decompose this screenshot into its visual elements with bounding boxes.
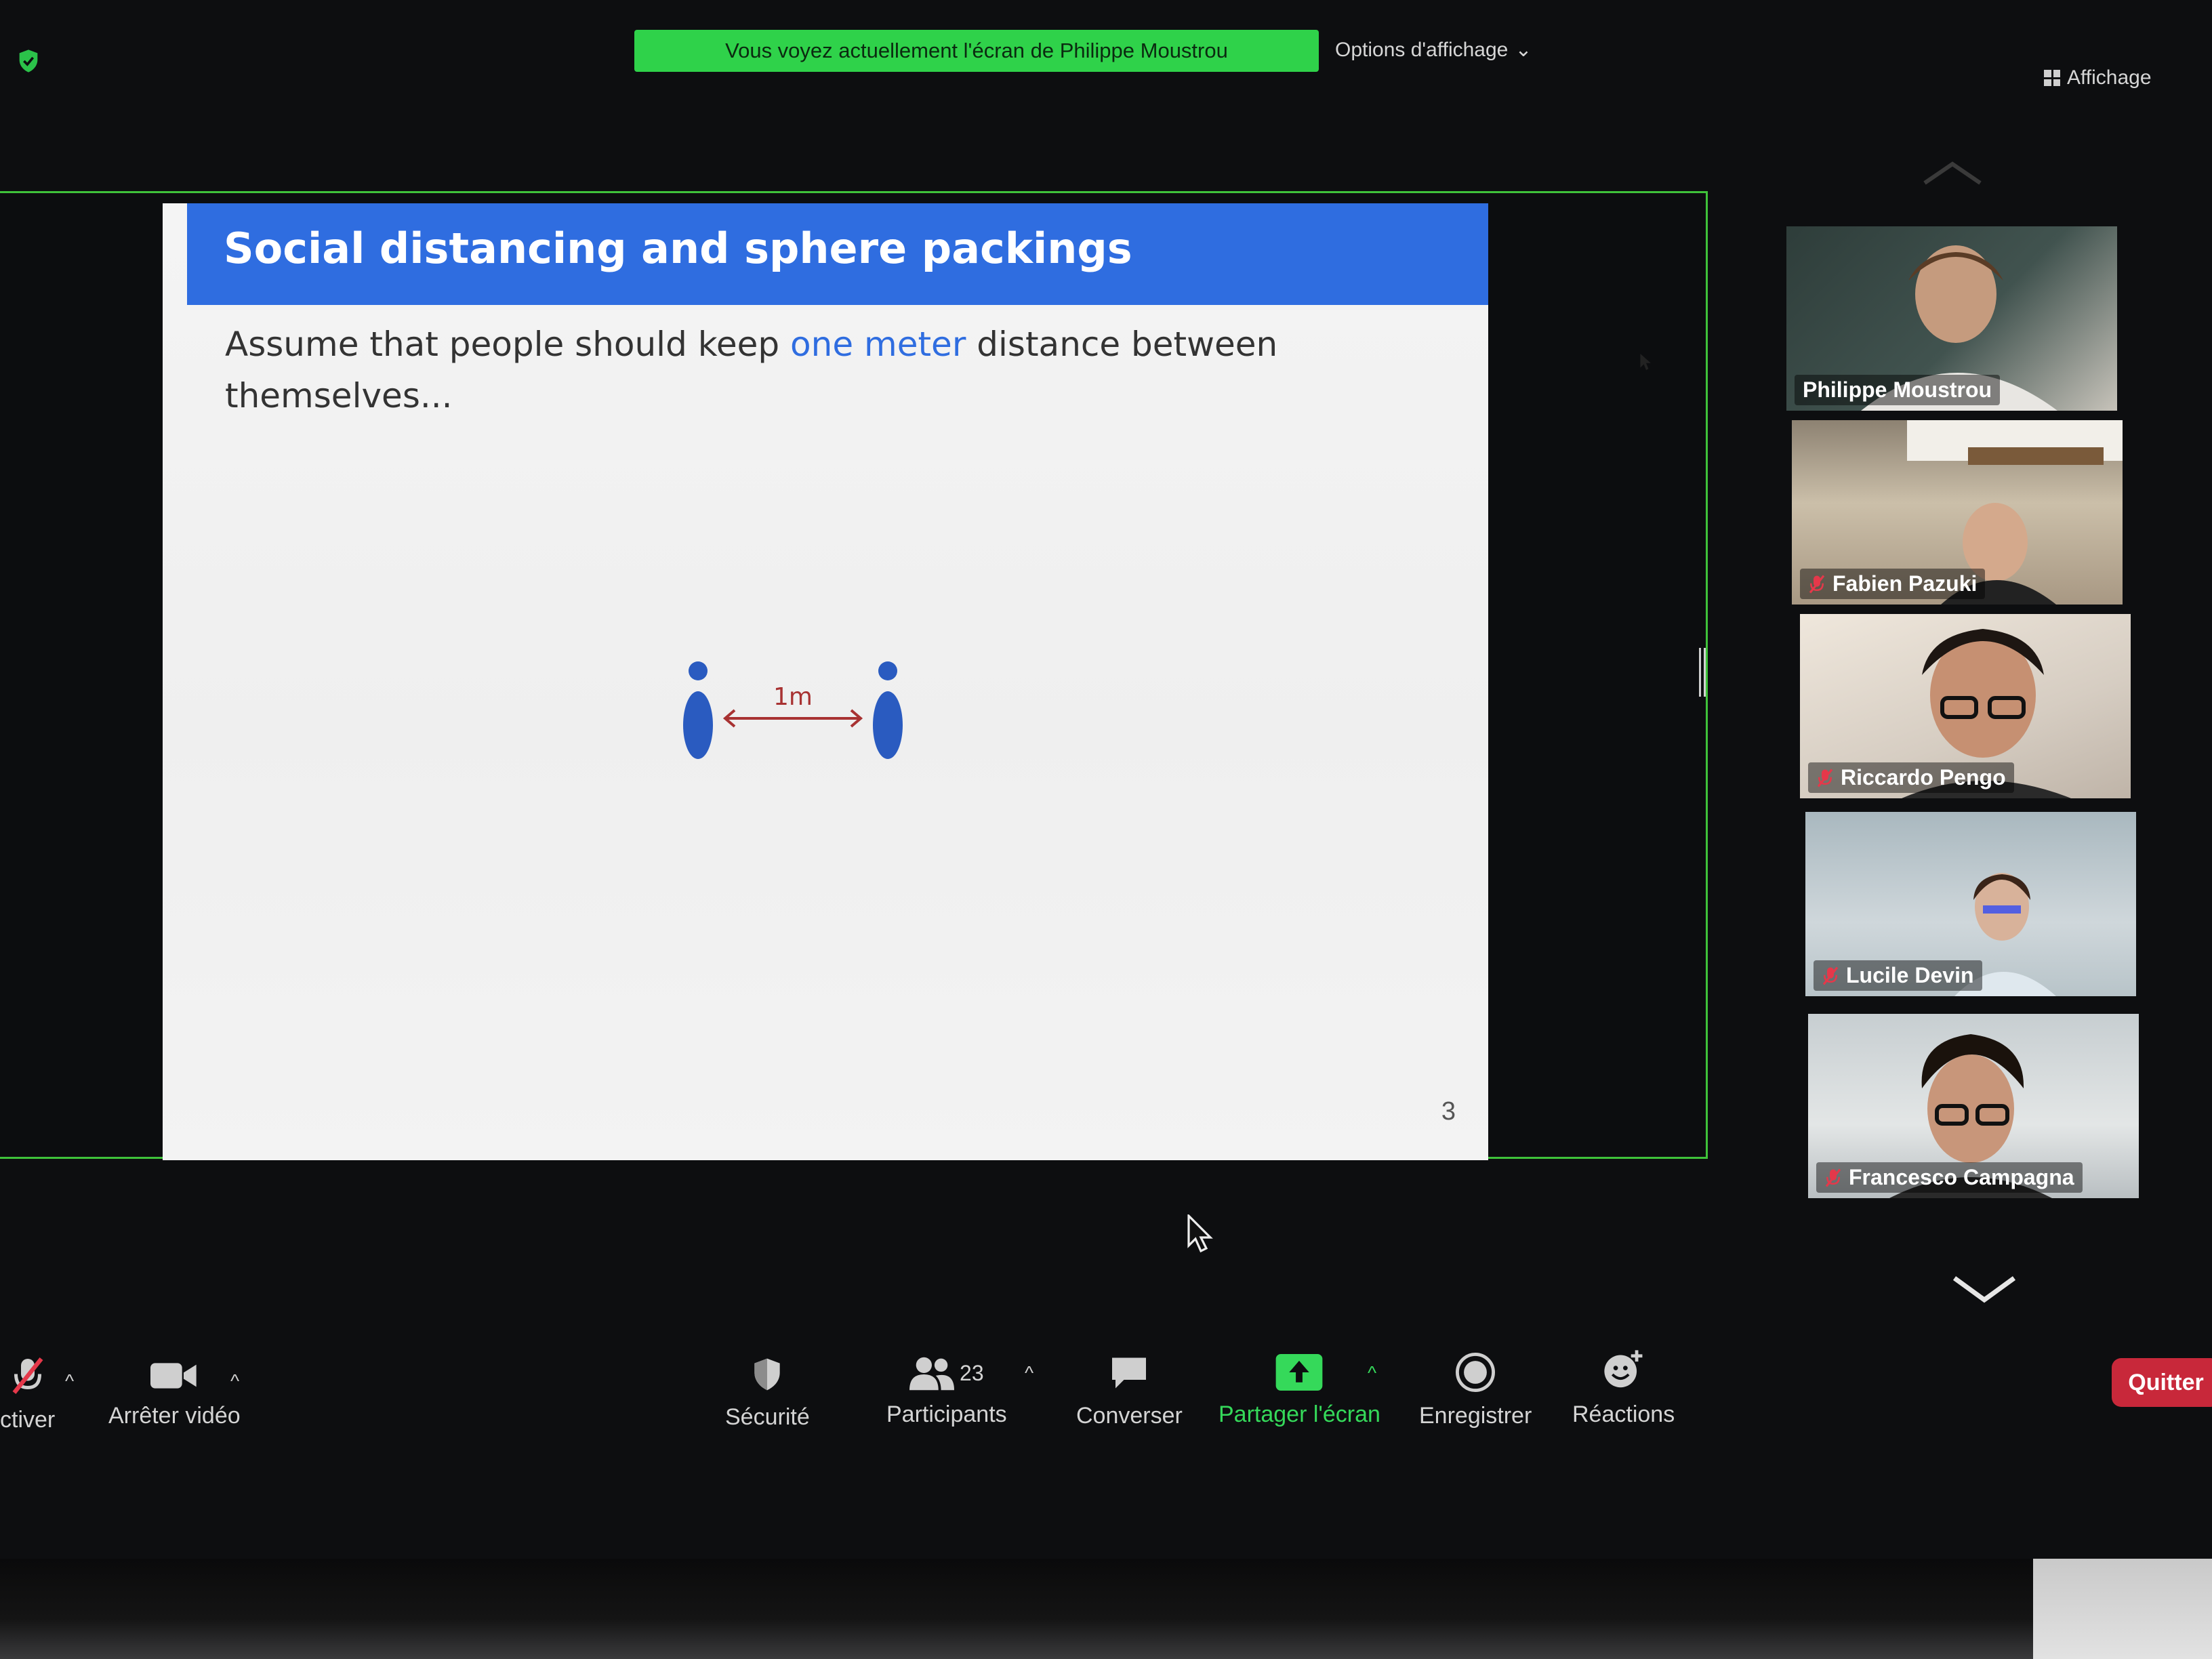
participant-tile[interactable]: Riccardo Pengo	[1800, 614, 2131, 798]
participant-tile[interactable]: Fabien Pazuki	[1792, 420, 2123, 605]
reactions-button[interactable]: Réactions	[1572, 1349, 1675, 1428]
record-label: Enregistrer	[1419, 1403, 1532, 1429]
participants-button[interactable]: 23 Participants	[886, 1355, 1007, 1428]
person-right-body	[873, 691, 903, 759]
share-screen-label: Partager l'écran	[1218, 1401, 1380, 1427]
chat-label: Converser	[1076, 1403, 1183, 1429]
participant-name: Fabien Pazuki	[1800, 569, 1986, 599]
participants-count: 23	[960, 1360, 984, 1385]
unmute-button[interactable]: ctiver	[0, 1355, 55, 1433]
table-surface	[2033, 1559, 2212, 1659]
chat-button[interactable]: Converser	[1076, 1354, 1183, 1429]
slide-body-text: Assume that people should keep one meter…	[225, 319, 1309, 422]
remote-cursor-icon	[1640, 354, 1651, 370]
scroll-up-chevron-icon[interactable]	[1922, 160, 1983, 187]
audio-options-caret-icon[interactable]: ^	[65, 1370, 74, 1392]
view-options-button[interactable]: Options d'affichage ⌄	[1335, 38, 1532, 62]
participants-options-caret-icon[interactable]: ^	[1025, 1362, 1033, 1384]
participants-label: Participants	[886, 1401, 1007, 1427]
slide-title: Social distancing and sphere packings	[224, 224, 1132, 273]
leave-label: Quitter	[2128, 1369, 2204, 1395]
participant-name: Riccardo Pengo	[1808, 762, 2014, 793]
microphone-muted-icon	[1825, 1168, 1841, 1187]
shield-icon	[754, 1358, 781, 1391]
security-button[interactable]: Sécurité	[725, 1355, 810, 1431]
slide-page-number: 3	[1441, 1097, 1456, 1126]
scroll-down-chevron-icon[interactable]	[1952, 1274, 2017, 1304]
microphone-muted-icon	[1822, 966, 1839, 985]
slide-header-bar: Social distancing and sphere packings	[187, 203, 1488, 305]
distance-label: 1m	[773, 683, 813, 711]
presentation-slide: Social distancing and sphere packings As…	[163, 203, 1488, 1160]
security-label: Sécurité	[725, 1404, 810, 1430]
panel-resize-handle[interactable]	[1698, 648, 1706, 697]
person-left-body	[683, 691, 713, 759]
participant-tile[interactable]: Lucile Devin	[1805, 812, 2136, 996]
stop-video-button[interactable]: Arrêter vidéo	[108, 1359, 241, 1429]
grid-view-icon	[2044, 70, 2060, 86]
body-text-highlight: one meter	[790, 325, 966, 364]
smiley-plus-icon	[1603, 1350, 1643, 1388]
video-options-caret-icon[interactable]: ^	[230, 1370, 239, 1392]
share-arrow-icon	[1276, 1354, 1323, 1391]
microphone-muted-icon	[1809, 575, 1825, 593]
share-banner-text: Vous voyez actuellement l'écran de Phili…	[725, 39, 1228, 62]
body-text-start: Assume that people should keep	[225, 325, 791, 364]
people-icon	[909, 1357, 955, 1391]
laptop-bezel	[0, 1559, 2212, 1659]
microphone-muted-icon	[12, 1357, 43, 1394]
participant-name: Lucile Devin	[1814, 960, 1982, 991]
screen-share-banner: Vous voyez actuellement l'écran de Phili…	[634, 30, 1319, 72]
distancing-diagram: 1m	[683, 661, 903, 759]
mouse-cursor-icon	[1187, 1214, 1213, 1252]
person-left-head	[689, 661, 708, 680]
view-options-label: Options d'affichage	[1335, 38, 1509, 61]
unmute-label: ctiver	[0, 1407, 56, 1433]
participant-name: Francesco Campagna	[1816, 1162, 2083, 1193]
view-layout-button[interactable]: Affichage	[2044, 66, 2152, 89]
share-options-caret-icon[interactable]: ^	[1368, 1362, 1376, 1384]
record-icon	[1456, 1353, 1496, 1392]
microphone-muted-icon	[1817, 769, 1833, 787]
camera-icon	[150, 1363, 197, 1389]
view-layout-label: Affichage	[2067, 66, 2152, 89]
reactions-label: Réactions	[1572, 1401, 1675, 1427]
person-right-head	[878, 661, 897, 680]
security-shield-icon	[19, 49, 38, 73]
participant-name: Philippe Moustrou	[1795, 375, 2001, 405]
stop-video-label: Arrêter vidéo	[108, 1403, 241, 1429]
participants-icon-group: 23	[909, 1355, 984, 1391]
participant-tile[interactable]: Philippe Moustrou	[1786, 226, 2117, 411]
leave-meeting-button[interactable]: Quitter	[2112, 1358, 2212, 1407]
participant-tile[interactable]: Francesco Campagna	[1808, 1014, 2139, 1198]
record-button[interactable]: Enregistrer	[1419, 1353, 1532, 1429]
share-screen-button[interactable]: Partager l'écran	[1218, 1354, 1380, 1428]
speech-bubble-icon	[1112, 1357, 1147, 1389]
chevron-down-icon: ⌄	[1515, 39, 1532, 61]
